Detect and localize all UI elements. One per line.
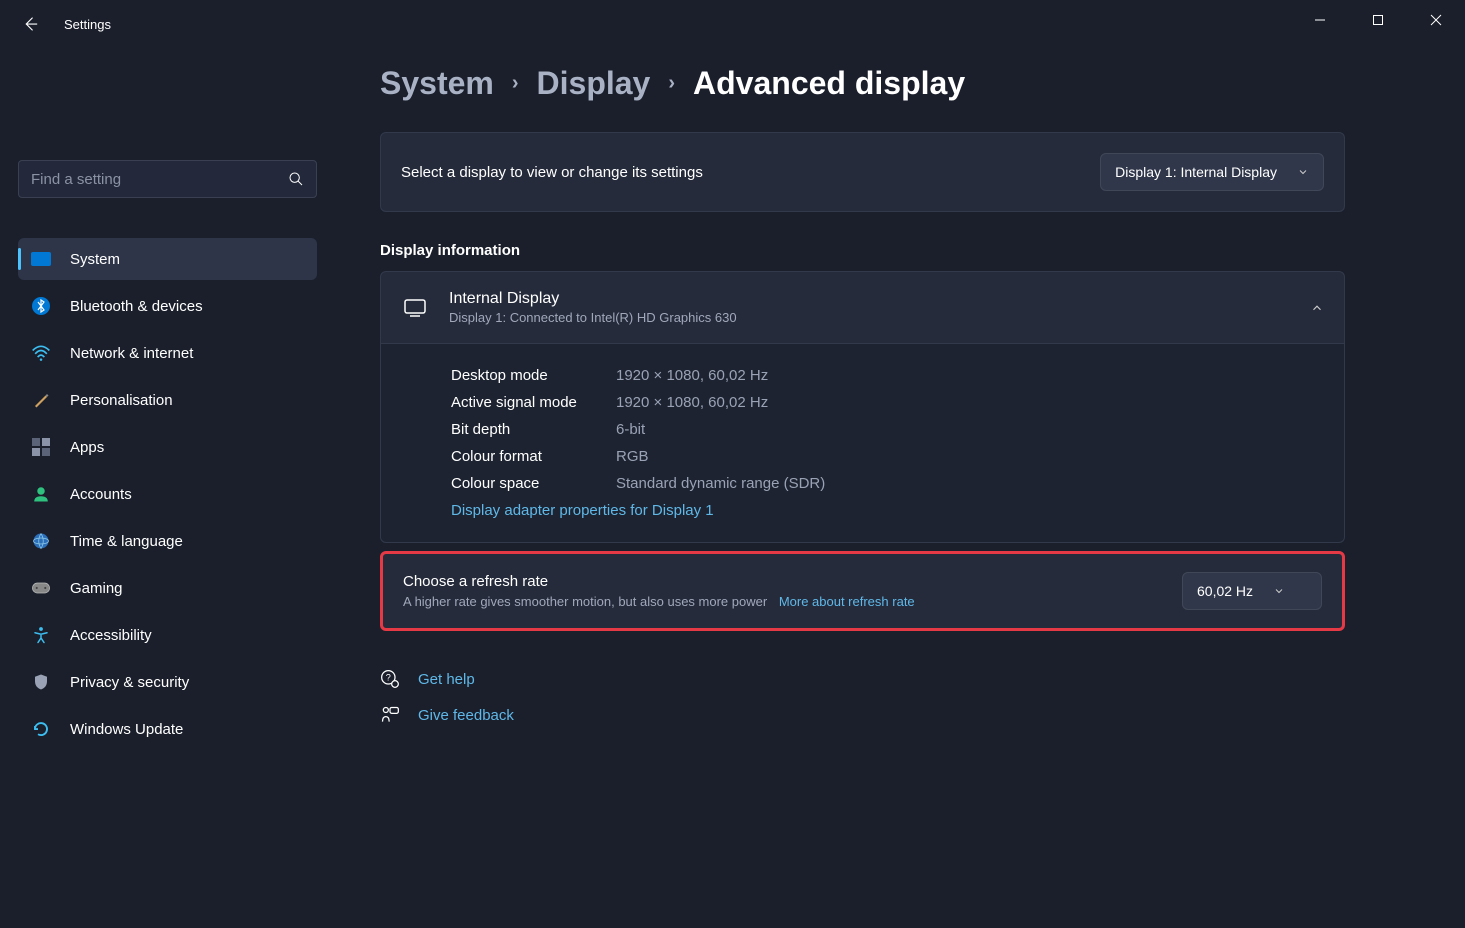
feedback-row[interactable]: Give feedback	[380, 697, 1345, 733]
info-row-colour-format: Colour format RGB	[451, 443, 1324, 470]
close-button[interactable]	[1407, 0, 1465, 40]
sidebar-item-label: Windows Update	[70, 721, 183, 738]
info-row-colour-space: Colour space Standard dynamic range (SDR…	[451, 470, 1324, 497]
sidebar-item-label: Time & language	[70, 533, 183, 550]
breadcrumb-system[interactable]: System	[380, 65, 494, 102]
sidebar-item-label: Privacy & security	[70, 674, 189, 691]
person-icon	[30, 483, 52, 505]
refresh-rate-description: A higher rate gives smoother motion, but…	[403, 594, 767, 609]
refresh-rate-title: Choose a refresh rate	[403, 573, 1182, 590]
display-name: Internal Display	[449, 290, 1310, 308]
help-links: ? Get help Give feedback	[380, 661, 1345, 733]
update-icon	[30, 718, 52, 740]
bluetooth-icon	[30, 295, 52, 317]
brush-icon	[30, 389, 52, 411]
adapter-properties-row: Display adapter properties for Display 1	[451, 497, 1324, 524]
sidebar-item-windows-update[interactable]: Windows Update	[18, 708, 317, 750]
info-row-desktop-mode: Desktop mode 1920 × 1080, 60,02 Hz	[451, 362, 1324, 389]
display-selector-dropdown[interactable]: Display 1: Internal Display	[1100, 153, 1324, 191]
sidebar-item-apps[interactable]: Apps	[18, 426, 317, 468]
shield-icon	[30, 671, 52, 693]
info-row-active-signal: Active signal mode 1920 × 1080, 60,02 Hz	[451, 389, 1324, 416]
apps-icon	[30, 436, 52, 458]
refresh-rate-dropdown[interactable]: 60,02 Hz	[1182, 572, 1322, 610]
search-icon	[288, 171, 304, 187]
svg-text:?: ?	[386, 673, 391, 683]
feedback-icon	[380, 705, 400, 725]
sidebar-item-label: Network & internet	[70, 345, 193, 362]
globe-icon	[30, 530, 52, 552]
minimize-button[interactable]	[1291, 0, 1349, 40]
sidebar-item-time-language[interactable]: Time & language	[18, 520, 317, 562]
page-title: Advanced display	[693, 65, 965, 102]
arrow-left-icon	[21, 15, 39, 33]
sidebar-item-gaming[interactable]: Gaming	[18, 567, 317, 609]
main-content: System › Display › Advanced display Sele…	[380, 65, 1345, 733]
sidebar-item-system[interactable]: System	[18, 238, 317, 280]
sidebar-item-label: System	[70, 251, 120, 268]
back-button[interactable]	[20, 14, 40, 34]
sidebar-item-label: Bluetooth & devices	[70, 298, 203, 315]
sidebar-item-privacy[interactable]: Privacy & security	[18, 661, 317, 703]
display-selector-value: Display 1: Internal Display	[1115, 164, 1277, 180]
sidebar-item-label: Gaming	[70, 580, 123, 597]
sidebar-item-bluetooth[interactable]: Bluetooth & devices	[18, 285, 317, 327]
refresh-rate-value: 60,02 Hz	[1197, 583, 1253, 599]
sidebar-item-accessibility[interactable]: Accessibility	[18, 614, 317, 656]
feedback-link[interactable]: Give feedback	[418, 707, 514, 724]
search-box[interactable]	[18, 160, 317, 198]
accessibility-icon	[30, 624, 52, 646]
refresh-rate-more-link[interactable]: More about refresh rate	[779, 594, 915, 609]
sidebar-item-accounts[interactable]: Accounts	[18, 473, 317, 515]
minimize-icon	[1314, 14, 1326, 26]
chevron-down-icon	[1297, 166, 1309, 178]
sidebar-item-network[interactable]: Network & internet	[18, 332, 317, 374]
adapter-properties-link[interactable]: Display adapter properties for Display 1	[451, 502, 714, 519]
sidebar-item-label: Accounts	[70, 486, 132, 503]
display-connection: Display 1: Connected to Intel(R) HD Grap…	[449, 310, 1310, 325]
close-icon	[1430, 14, 1442, 26]
title-bar: Settings	[0, 0, 1465, 48]
search-input[interactable]	[31, 171, 288, 188]
chevron-right-icon: ›	[668, 72, 675, 95]
gamepad-icon	[30, 577, 52, 599]
info-row-bit-depth: Bit depth 6-bit	[451, 416, 1324, 443]
window-title: Settings	[64, 17, 111, 32]
sidebar-item-label: Personalisation	[70, 392, 173, 409]
sidebar-item-label: Accessibility	[70, 627, 152, 644]
breadcrumb-display[interactable]: Display	[537, 65, 651, 102]
maximize-icon	[1372, 14, 1384, 26]
section-title: Display information	[380, 242, 1345, 259]
system-icon	[30, 248, 52, 270]
get-help-link[interactable]: Get help	[418, 671, 475, 688]
help-icon: ?	[380, 669, 400, 689]
select-display-card: Select a display to view or change its s…	[380, 132, 1345, 212]
breadcrumb: System › Display › Advanced display	[380, 65, 1345, 102]
select-display-prompt: Select a display to view or change its s…	[401, 164, 1100, 181]
refresh-rate-card: Choose a refresh rate A higher rate give…	[380, 551, 1345, 631]
chevron-up-icon	[1310, 301, 1324, 315]
display-info-body: Desktop mode 1920 × 1080, 60,02 Hz Activ…	[380, 344, 1345, 543]
sidebar: System Bluetooth & devices Network & int…	[0, 120, 335, 755]
chevron-down-icon	[1273, 585, 1285, 597]
display-info-header[interactable]: Internal Display Display 1: Connected to…	[380, 271, 1345, 344]
maximize-button[interactable]	[1349, 0, 1407, 40]
monitor-icon	[401, 298, 429, 318]
sidebar-item-label: Apps	[70, 439, 104, 456]
wifi-icon	[30, 342, 52, 364]
get-help-row[interactable]: ? Get help	[380, 661, 1345, 697]
sidebar-item-personalisation[interactable]: Personalisation	[18, 379, 317, 421]
chevron-right-icon: ›	[512, 72, 519, 95]
